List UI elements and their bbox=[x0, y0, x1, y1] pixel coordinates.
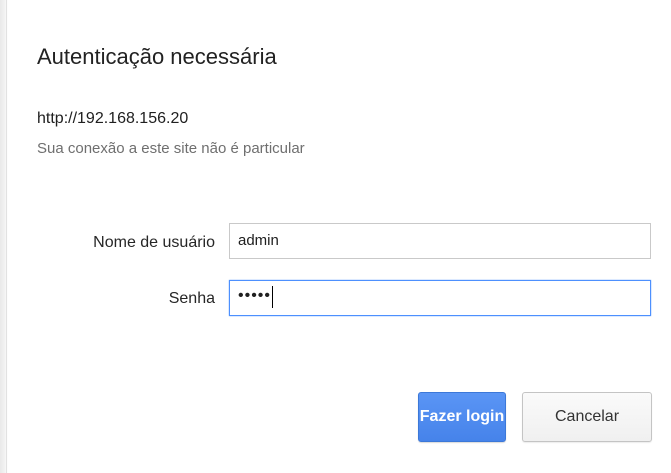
username-label: Nome de usuário bbox=[93, 234, 215, 251]
auth-dialog: Autenticação necessária http://192.168.1… bbox=[0, 0, 671, 473]
username-value: admin bbox=[238, 232, 279, 249]
login-button[interactable]: Fazer login bbox=[418, 392, 506, 442]
dialog-left-border bbox=[6, 0, 7, 473]
password-field[interactable]: ••••• bbox=[229, 280, 651, 316]
username-field[interactable]: admin bbox=[229, 223, 651, 259]
privacy-warning: Sua conexão a este site não é particular bbox=[37, 140, 305, 157]
site-url: http://192.168.156.20 bbox=[37, 110, 189, 127]
cancel-button[interactable]: Cancelar bbox=[522, 392, 652, 442]
dialog-title: Autenticação necessária bbox=[37, 44, 277, 69]
login-button-label: Fazer login bbox=[419, 408, 505, 425]
text-caret bbox=[272, 286, 274, 309]
password-masked-value: ••••• bbox=[238, 287, 272, 304]
password-label: Senha bbox=[168, 290, 215, 307]
cancel-button-label: Cancelar bbox=[554, 408, 620, 425]
